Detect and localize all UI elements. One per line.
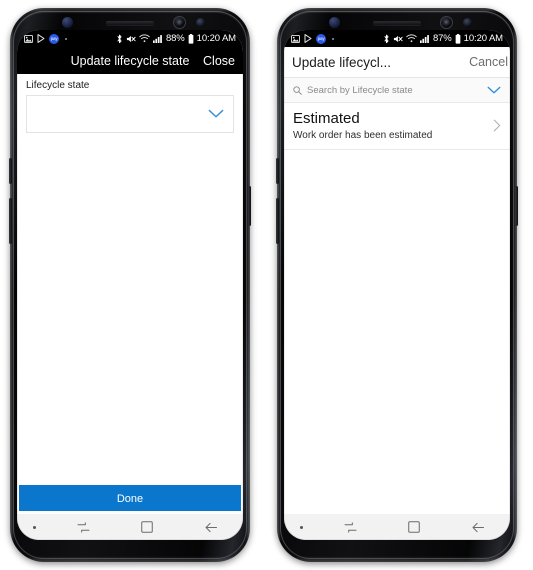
android-nav-bar-left [17, 514, 243, 540]
clock-label: 10:20 AM [463, 33, 503, 44]
app-header-left: Update lifecycle state Close [17, 47, 243, 74]
status-bar-left: pay 88% 10:20 AM [17, 30, 243, 47]
nav-dot-icon [17, 514, 51, 540]
battery-percent-label: 88% [165, 33, 185, 44]
earpiece-speaker [106, 21, 154, 25]
back-arrow-icon[interactable] [446, 514, 510, 540]
volume-button-right[interactable] [276, 198, 279, 244]
mute-icon [393, 34, 403, 44]
lifecycle-state-results-list: Estimated Work order has been estimated [284, 103, 510, 514]
top-bezel-hardware-right [277, 16, 517, 30]
image-icon [24, 34, 33, 43]
phone-screen-left: pay 88% 10:20 AM Update lifecycle state … [17, 30, 243, 540]
mute-icon [126, 34, 136, 44]
wifi-icon [406, 34, 417, 43]
app-header-right: Update lifecycl... Cancel [284, 47, 510, 78]
top-bezel-hardware-left [10, 16, 250, 30]
battery-percent-label: 87% [432, 33, 452, 44]
list-item[interactable]: Estimated Work order has been estimated [284, 103, 510, 151]
search-bar[interactable]: Search by Lifecycle state [284, 78, 510, 103]
done-button[interactable]: Done [19, 485, 241, 511]
search-icon [293, 85, 302, 95]
power-button-right[interactable] [515, 186, 518, 226]
earpiece-speaker [373, 21, 421, 25]
bixby-button-right[interactable] [276, 158, 279, 184]
home-square-icon[interactable] [382, 514, 446, 540]
android-nav-bar-right [284, 514, 510, 540]
phone-device-left: pay 88% 10:20 AM Update lifecycle state … [9, 8, 251, 562]
chevron-right-icon [493, 119, 501, 132]
image-icon [291, 34, 300, 43]
proximity-sensor-icon [196, 18, 205, 27]
chevron-down-icon[interactable] [208, 109, 224, 119]
form-body-left: Lifecycle state [17, 74, 243, 483]
recents-icon[interactable] [318, 514, 382, 540]
status-more-dot-icon [332, 37, 334, 40]
signal-icon [152, 34, 163, 43]
power-button-left[interactable] [248, 186, 251, 226]
cancel-button[interactable]: Cancel [469, 55, 508, 69]
clock-label: 10:20 AM [196, 33, 236, 44]
close-button[interactable]: Close [203, 54, 235, 68]
phone-device-right: pay 87% 10:20 AM Update lifecycl... Canc… [276, 8, 518, 562]
search-input[interactable]: Search by Lifecycle state [307, 85, 482, 96]
back-arrow-icon[interactable] [179, 514, 243, 540]
bluetooth-icon [116, 34, 123, 44]
recents-icon[interactable] [51, 514, 115, 540]
list-item-subtitle: Work order has been estimated [293, 130, 433, 142]
battery-icon [455, 33, 461, 44]
front-camera-icon [173, 16, 186, 29]
app-badge-icon: pay [316, 33, 326, 44]
phone-screen-right: pay 87% 10:20 AM Update lifecycl... Canc… [284, 30, 510, 540]
nav-dot-icon [284, 514, 318, 540]
front-camera-icon [440, 16, 453, 29]
play-store-icon [304, 34, 312, 43]
play-store-icon [37, 34, 45, 43]
signal-icon [419, 34, 430, 43]
bixby-button-left[interactable] [9, 158, 12, 184]
iris-scanner-icon [329, 17, 340, 28]
lifecycle-state-label: Lifecycle state [26, 80, 90, 91]
status-bar-right: pay 87% 10:20 AM [284, 30, 510, 47]
bluetooth-icon [383, 34, 390, 44]
battery-icon [188, 33, 194, 44]
proximity-sensor-icon [463, 18, 472, 27]
wifi-icon [139, 34, 150, 43]
list-item-title: Estimated [293, 110, 360, 127]
app-badge-icon: pay [49, 33, 59, 44]
home-square-icon[interactable] [115, 514, 179, 540]
volume-button-left[interactable] [9, 198, 12, 244]
page-title: Update lifecycl... [292, 54, 392, 70]
lifecycle-state-select[interactable] [26, 95, 234, 133]
footer-actions-left: Done [17, 483, 243, 514]
page-title: Update lifecycle state [70, 53, 190, 68]
chevron-down-icon[interactable] [487, 86, 501, 95]
iris-scanner-icon [62, 17, 73, 28]
status-more-dot-icon [65, 37, 67, 40]
